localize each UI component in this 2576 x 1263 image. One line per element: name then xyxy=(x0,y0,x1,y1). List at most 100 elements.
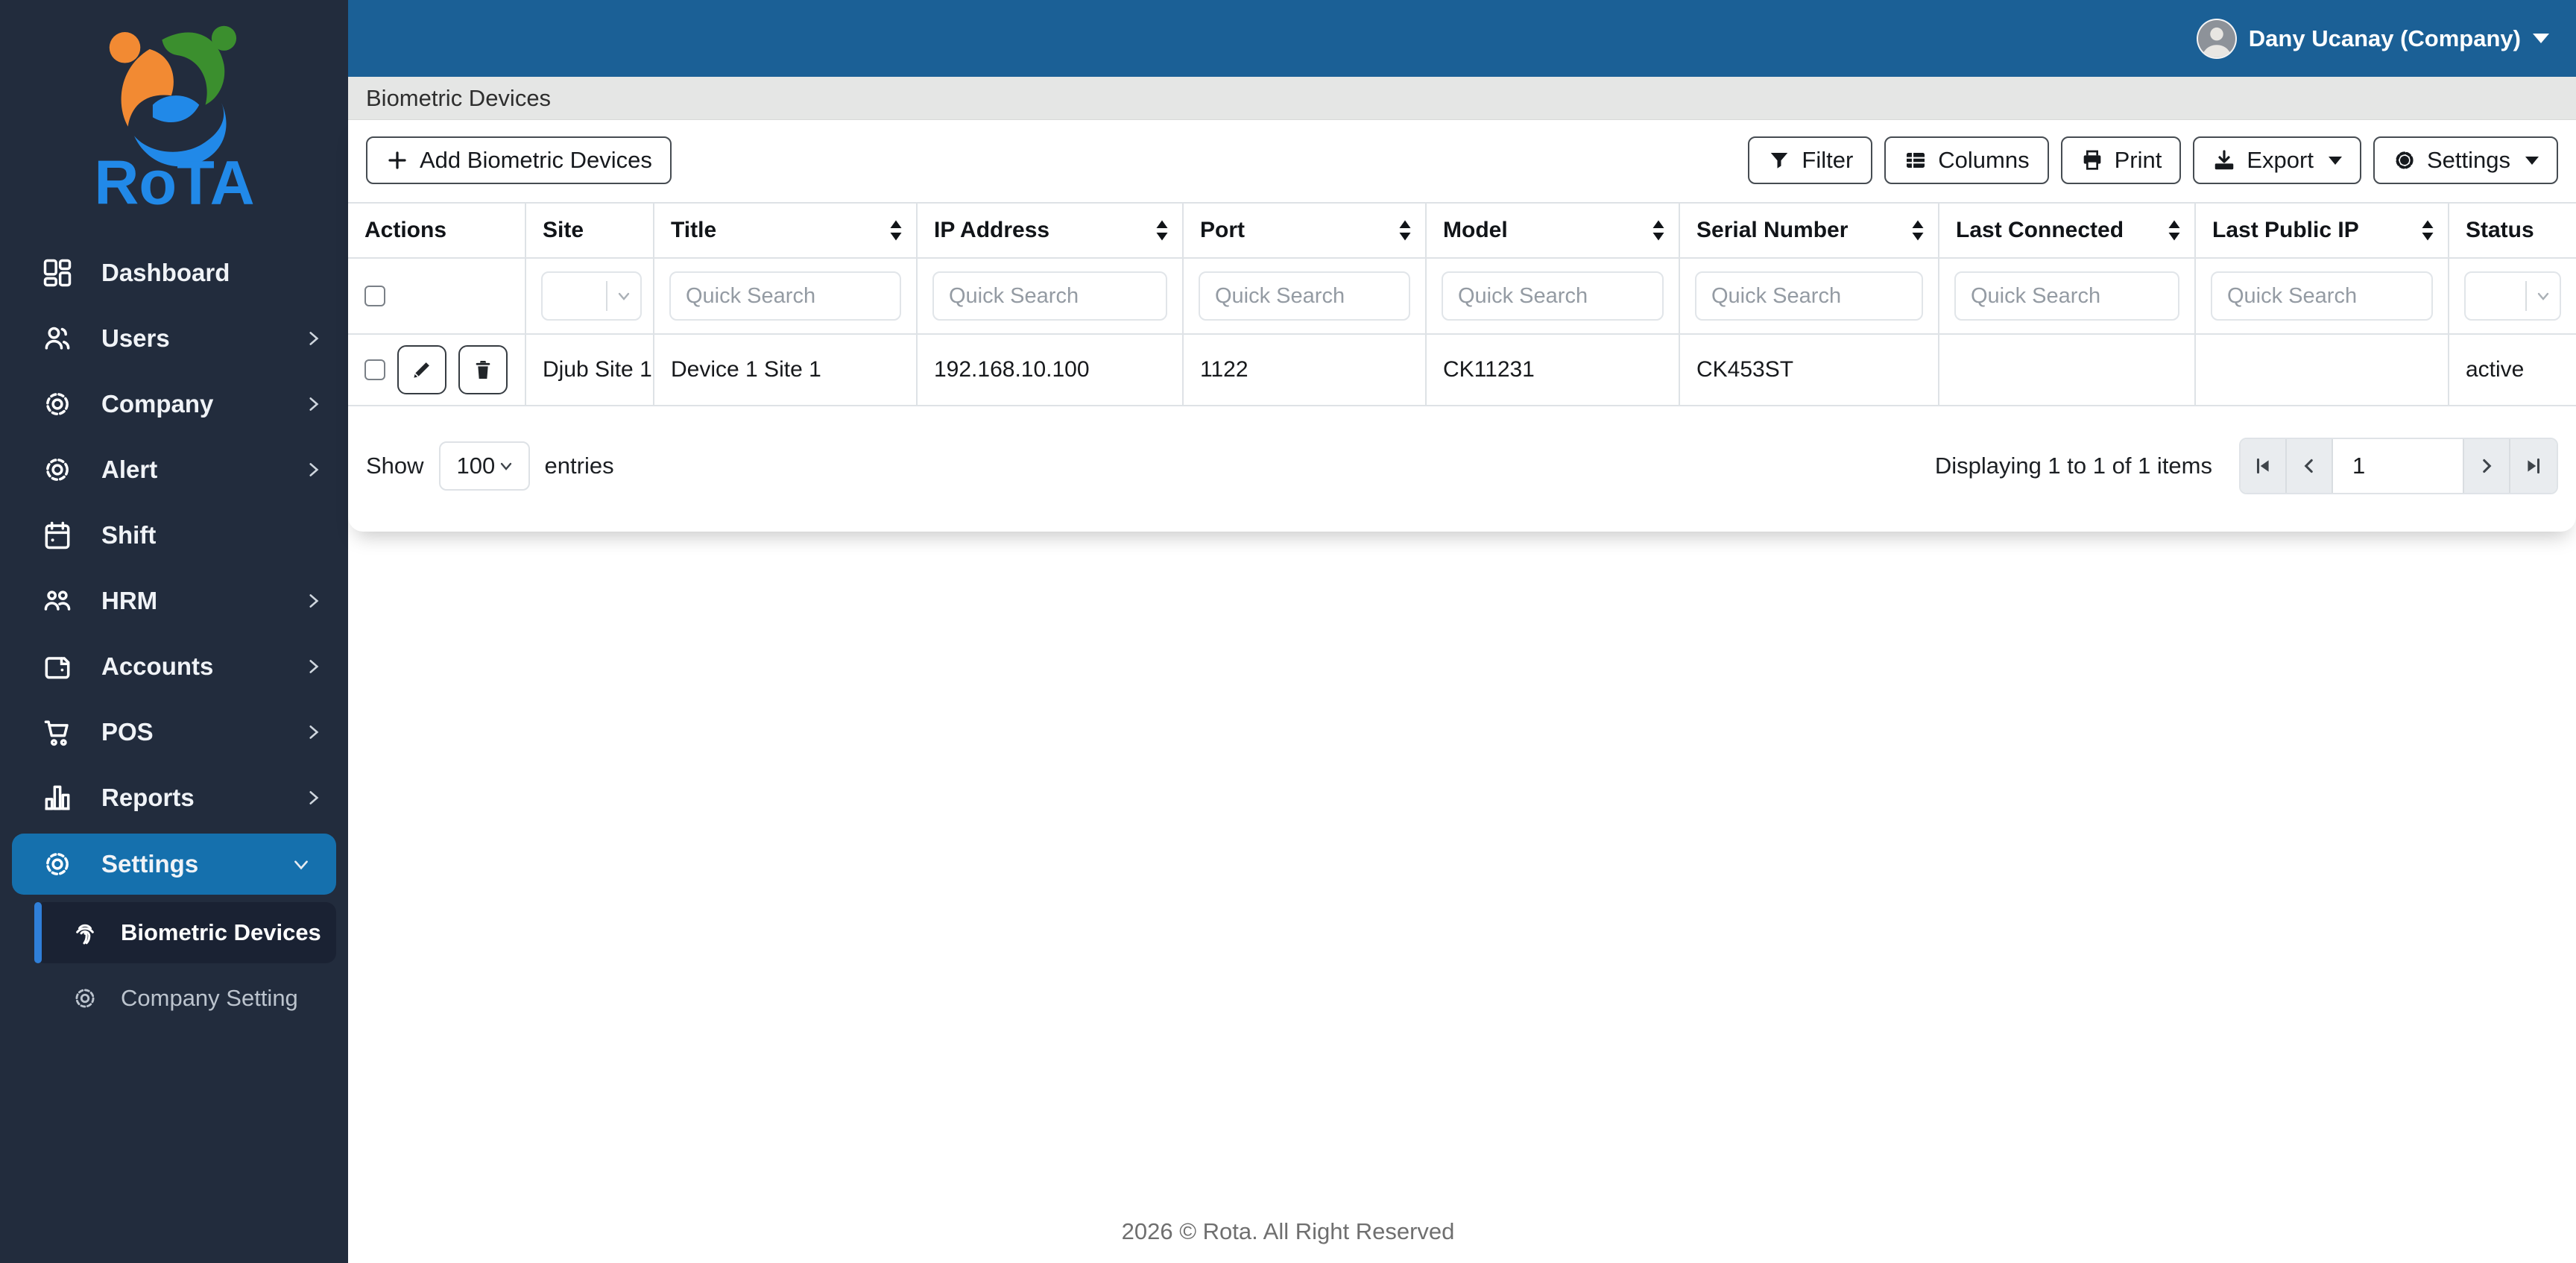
sidebar-item-label: Company xyxy=(101,390,214,418)
cell-serial-number: CK453ST xyxy=(1679,334,1939,406)
entries-label: entries xyxy=(544,453,614,479)
last-page-icon xyxy=(2528,458,2540,474)
sidebar-item-label: Company Setting xyxy=(121,985,298,1011)
sort-icon xyxy=(1399,220,1411,241)
last-page-button[interactable] xyxy=(2510,439,2557,493)
prev-page-button[interactable] xyxy=(2287,439,2333,493)
gear-icon xyxy=(40,387,75,421)
current-page-input[interactable] xyxy=(2333,439,2464,493)
model-search-input[interactable] xyxy=(1442,271,1664,321)
sidebar-item-biometric-devices[interactable]: Biometric Devices xyxy=(34,902,336,963)
sort-icon xyxy=(1912,220,1924,241)
port-search-input[interactable] xyxy=(1199,271,1410,321)
chevron-right-icon xyxy=(309,660,319,673)
avatar xyxy=(2196,18,2237,59)
sort-icon xyxy=(2422,220,2434,241)
sidebar-item-dashboard[interactable]: Dashboard xyxy=(0,240,348,306)
rota-logo-icon: RoTA xyxy=(94,25,254,213)
sidebar-item-label: Users xyxy=(101,324,170,352)
sidebar-item-hrm[interactable]: HRM xyxy=(0,568,348,634)
sidebar-item-company[interactable]: Company xyxy=(0,371,348,437)
page-title: Biometric Devices xyxy=(366,84,552,111)
sidebar-item-pos[interactable]: POS xyxy=(0,699,348,765)
column-header-ip-address[interactable]: IP Address xyxy=(917,203,1184,258)
sidebar-item-users[interactable]: Users xyxy=(0,306,348,371)
main-area: Dany Ucanay (Company) Biometric Devices … xyxy=(348,0,2576,1263)
calendar-icon xyxy=(40,518,75,552)
sidebar-item-label: Alert xyxy=(101,456,158,483)
sidebar-item-shift[interactable]: Shift xyxy=(0,503,348,568)
column-header-last-public-ip[interactable]: Last Public IP xyxy=(2195,203,2449,258)
column-header-model[interactable]: Model xyxy=(1426,203,1680,258)
sidebar-item-label: Settings xyxy=(101,850,199,878)
edit-button[interactable] xyxy=(397,345,446,394)
chevron-down-icon xyxy=(2527,287,2560,305)
select-all-checkbox[interactable] xyxy=(364,286,385,306)
dashboard-icon xyxy=(40,256,75,290)
first-page-button[interactable] xyxy=(2241,439,2287,493)
cell-model: CK11231 xyxy=(1426,334,1680,406)
prev-page-icon xyxy=(2304,459,2313,473)
add-button-label: Add Biometric Devices xyxy=(420,147,652,173)
sidebar-item-label: Shift xyxy=(101,521,157,549)
users-icon xyxy=(40,321,75,356)
title-search-input[interactable] xyxy=(669,271,901,321)
sidebar-item-label: HRM xyxy=(101,587,158,614)
app-logo: RoTA xyxy=(0,0,348,224)
last-public-ip-search-input[interactable] xyxy=(2211,271,2433,321)
gear-icon xyxy=(70,983,100,1013)
gear-icon xyxy=(40,847,75,881)
user-menu[interactable]: Dany Ucanay (Company) xyxy=(2196,18,2549,59)
print-button[interactable]: Print xyxy=(2060,136,2182,184)
print-icon xyxy=(2080,148,2104,172)
columns-icon xyxy=(1904,148,1928,172)
column-header-serial-number[interactable]: Serial Number xyxy=(1679,203,1939,258)
fingerprint-icon xyxy=(70,918,100,948)
chevron-down-icon xyxy=(500,462,511,470)
sidebar-item-label: Dashboard xyxy=(101,259,230,286)
sidebar-item-company-setting[interactable]: Company Setting xyxy=(34,968,336,1029)
site-filter-select[interactable] xyxy=(541,271,642,321)
column-header-last-connected[interactable]: Last Connected xyxy=(1939,203,2196,258)
ip-address-search-input[interactable] xyxy=(932,271,1167,321)
wallet-icon xyxy=(40,649,75,684)
edit-icon xyxy=(414,362,429,378)
sidebar-item-reports[interactable]: Reports xyxy=(0,765,348,831)
last-connected-search-input[interactable] xyxy=(1954,271,2179,321)
chevron-down-icon xyxy=(607,287,640,305)
column-header-port[interactable]: Port xyxy=(1183,203,1427,258)
serial-number-search-input[interactable] xyxy=(1695,271,1923,321)
content-card: Add Biometric Devices Filter Columns Pri… xyxy=(348,120,2576,532)
sidebar-item-alert[interactable]: Alert xyxy=(0,437,348,503)
app-root: RoTA Dashboard Users Company Alert Shift… xyxy=(0,0,2576,1263)
filter-button[interactable]: Filter xyxy=(1748,136,1873,184)
table-settings-button[interactable]: Settings xyxy=(2373,136,2558,184)
status-filter-select[interactable] xyxy=(2464,271,2561,321)
gear-icon xyxy=(2393,148,2416,172)
export-button[interactable]: Export xyxy=(2193,136,2361,184)
page-navigation xyxy=(2239,438,2558,494)
filter-button-label: Filter xyxy=(1802,147,1854,173)
cell-last-connected xyxy=(1939,334,2196,406)
print-button-label: Print xyxy=(2114,147,2162,173)
sort-icon xyxy=(1156,220,1168,241)
row-checkbox[interactable] xyxy=(364,359,385,380)
columns-button[interactable]: Columns xyxy=(1884,136,2049,184)
page-size-select[interactable]: 100 xyxy=(438,441,530,491)
add-biometric-devices-button[interactable]: Add Biometric Devices xyxy=(366,136,672,184)
chevron-right-icon xyxy=(309,463,319,476)
sidebar-nav: Dashboard Users Company Alert Shift HRM … xyxy=(0,240,348,1029)
sort-icon xyxy=(2168,220,2180,241)
settings-submenu: Biometric Devices Company Setting xyxy=(34,902,336,1029)
cart-icon xyxy=(40,715,75,749)
column-header-title[interactable]: Title xyxy=(654,203,918,258)
caret-down-icon xyxy=(2533,34,2549,43)
table-header-row: Actions Site Title IP Address Port Model… xyxy=(348,203,2576,258)
delete-button[interactable] xyxy=(458,345,508,394)
chevron-right-icon xyxy=(309,594,319,608)
next-page-button[interactable] xyxy=(2464,439,2510,493)
svg-text:RoTA: RoTA xyxy=(94,148,254,213)
sidebar-item-settings[interactable]: Settings xyxy=(12,834,336,895)
sidebar-item-accounts[interactable]: Accounts xyxy=(0,634,348,699)
sort-icon xyxy=(1652,220,1664,241)
